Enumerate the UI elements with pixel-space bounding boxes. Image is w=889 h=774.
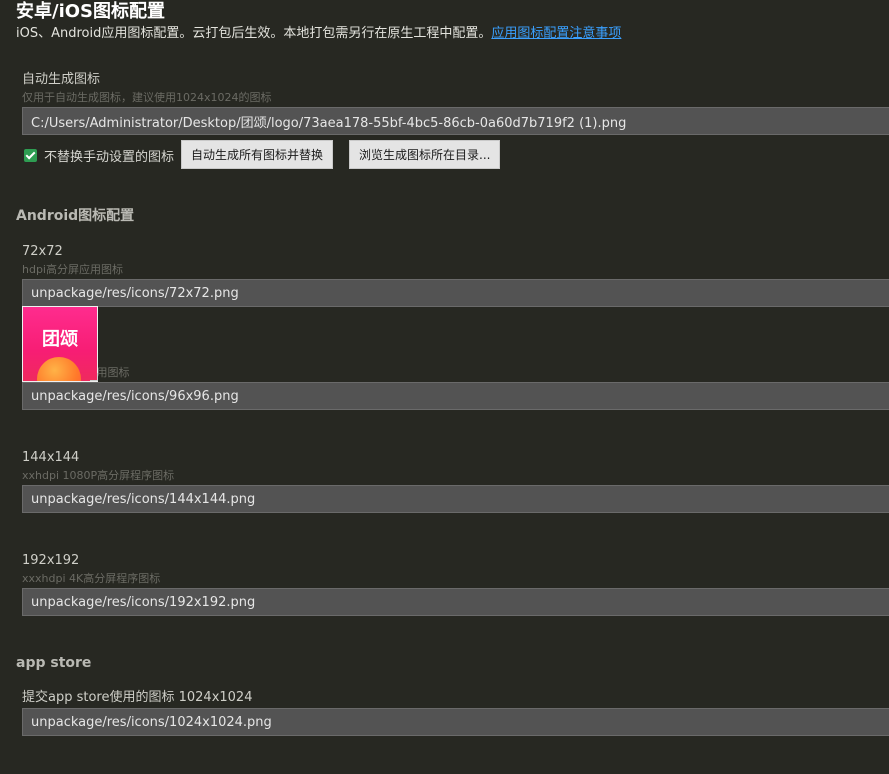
page-title: 安卓/iOS图标配置 (16, 1, 166, 22)
auto-generate-path-input[interactable] (22, 107, 889, 135)
icon-size-72-label: 72x72 (22, 244, 63, 259)
auto-generate-hint: 仅用于自动生成图标，建议使用1024x1024的图标 (22, 91, 272, 104)
icon-72-path-input[interactable] (22, 279, 889, 307)
appstore-icon-label: 提交app store使用的图标 1024x1024 (22, 690, 253, 705)
icon-144-path-input[interactable] (22, 485, 889, 513)
appstore-section-title: app store (16, 655, 92, 671)
no-replace-checkbox-row[interactable]: 不替换手动设置的图标 (24, 146, 175, 165)
generate-all-icons-button[interactable]: 自动生成所有图标并替换 (181, 140, 334, 169)
no-replace-checkbox-label: 不替换手动设置的图标 (44, 149, 175, 165)
icon-config-notes-link[interactable]: 应用图标配置注意事项 (491, 26, 621, 41)
icon-size-144-hint: xxhdpi 1080P高分屏程序图标 (22, 469, 175, 482)
icon-preview-image: 团颂 (22, 306, 98, 382)
icon-preview-logo-circle (37, 357, 81, 381)
icon-96-path-input[interactable] (22, 382, 889, 410)
icon-preview-logo-text: 团颂 (42, 329, 78, 350)
page-description: iOS、Android应用图标配置。云打包后生效。本地打包需另行在原生工程中配置… (16, 25, 621, 43)
auto-generate-label: 自动生成图标 (22, 72, 101, 87)
browse-icons-dir-button[interactable]: 浏览生成图标所在目录... (349, 140, 501, 169)
icon-size-144-label: 144x144 (22, 450, 80, 465)
appstore-icon-path-input[interactable] (22, 708, 889, 736)
icon-size-192-label: 192x192 (22, 553, 80, 568)
icon-size-72-hint: hdpi高分屏应用图标 (22, 263, 123, 276)
icon-192-path-input[interactable] (22, 588, 889, 616)
icon-size-192-hint: xxxhdpi 4K高分屏程序图标 (22, 572, 161, 585)
no-replace-checkbox[interactable] (24, 148, 37, 162)
resize-handle-icon[interactable] (90, 373, 98, 381)
android-section-title: Android图标配置 (16, 208, 135, 224)
page-description-text: iOS、Android应用图标配置。云打包后生效。本地打包需另行在原生工程中配置… (16, 26, 492, 41)
